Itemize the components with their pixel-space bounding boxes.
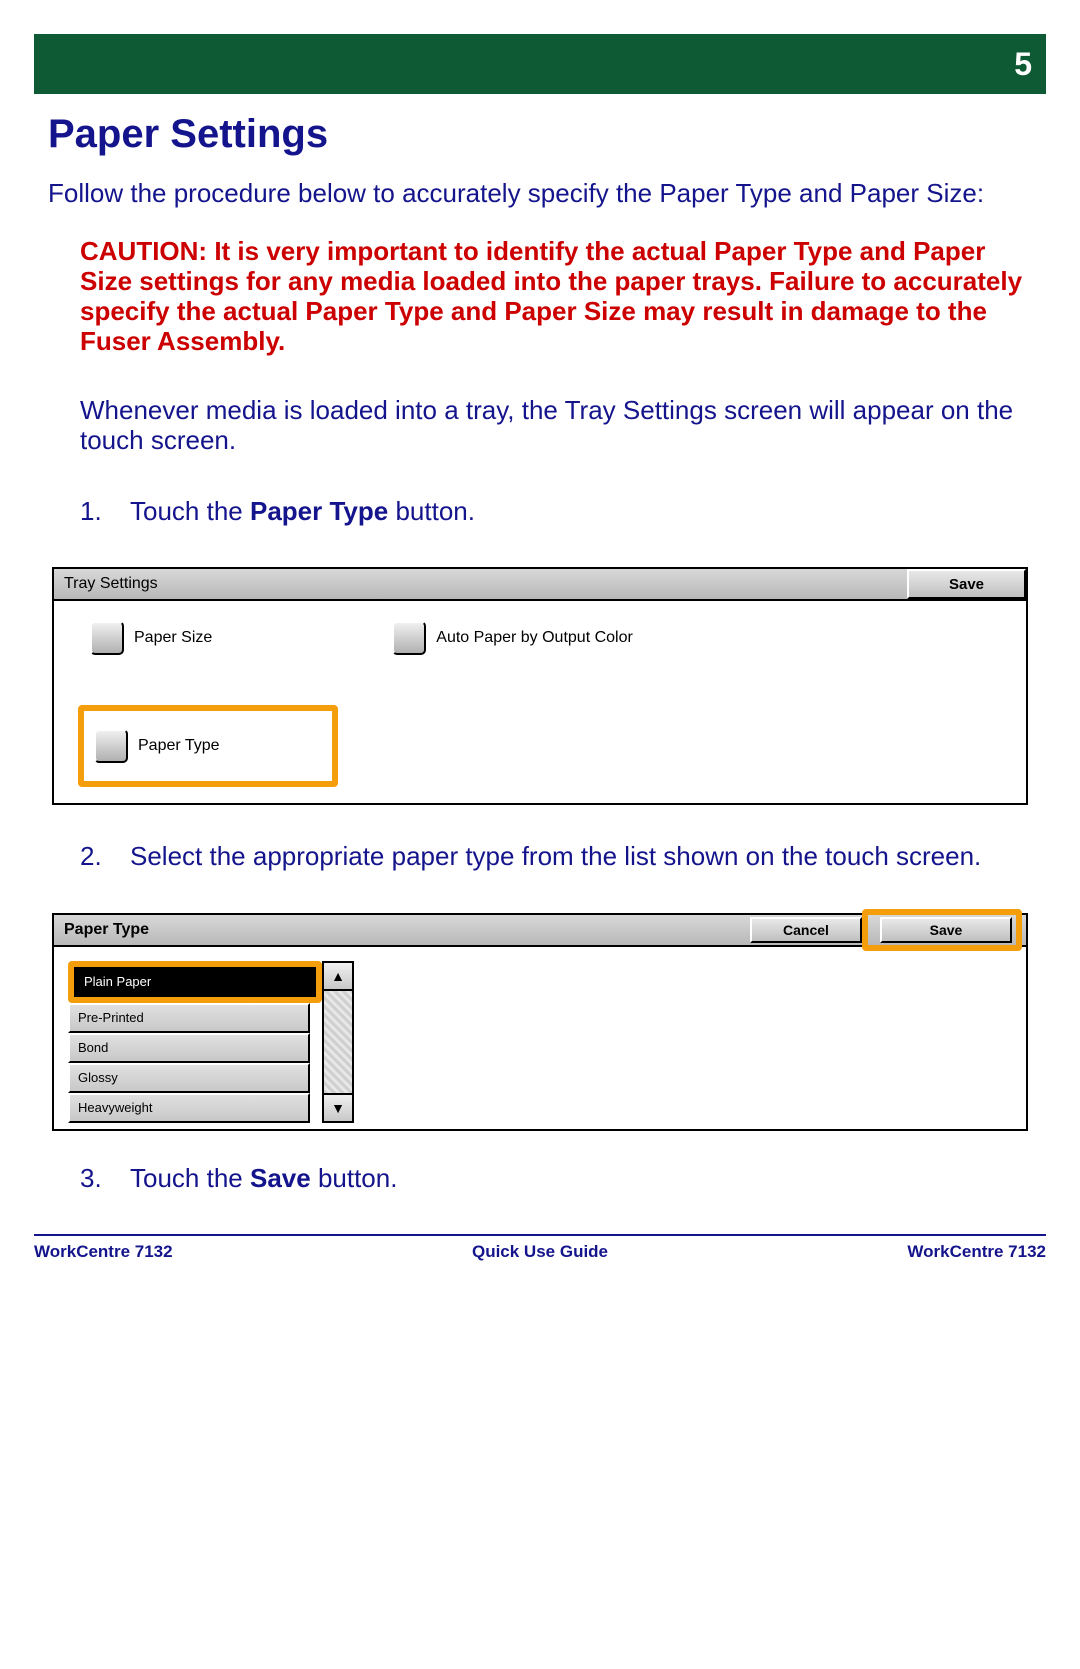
save-highlight: Save bbox=[862, 909, 1022, 951]
cancel-button[interactable]: Cancel bbox=[750, 917, 862, 943]
tray-settings-header: Tray Settings Save bbox=[54, 569, 1026, 601]
scrollbar[interactable]: ▲ ▼ bbox=[322, 961, 354, 1123]
caution-text: CAUTION: It is very important to identif… bbox=[80, 237, 1046, 357]
step-1-number: 1. bbox=[80, 496, 130, 527]
step-2: 2. Select the appropriate paper type fro… bbox=[80, 841, 1046, 872]
page-title: Paper Settings bbox=[34, 112, 1046, 157]
chapter-bar: 5 bbox=[34, 34, 1046, 94]
step-1-bold: Paper Type bbox=[250, 496, 388, 526]
intro-text: Follow the procedure below to accurately… bbox=[48, 179, 1046, 209]
list-item-preprinted[interactable]: Pre-Printed bbox=[68, 1003, 310, 1033]
auto-paper-color-button[interactable]: Auto Paper by Output Color bbox=[392, 621, 633, 655]
step-3-pre: Touch the bbox=[130, 1163, 250, 1193]
footer-rule bbox=[34, 1234, 1046, 1236]
paper-type-panel: Paper Type Cancel Save Plain Paper Pre-P… bbox=[52, 913, 1028, 1131]
list-item-glossy[interactable]: Glossy bbox=[68, 1063, 310, 1093]
step-1-post: button. bbox=[388, 496, 475, 526]
list-item-plain-paper[interactable]: Plain Paper bbox=[74, 967, 316, 997]
step-3-number: 3. bbox=[80, 1163, 130, 1194]
paper-type-title: Paper Type bbox=[64, 921, 149, 939]
footer: WorkCentre 7132 Quick Use Guide WorkCent… bbox=[34, 1242, 1046, 1266]
step-1: 1. Touch the Paper Type button. bbox=[80, 496, 1046, 527]
explain-text: Whenever media is loaded into a tray, th… bbox=[80, 396, 1046, 456]
paper-size-button[interactable]: Paper Size bbox=[90, 621, 212, 655]
footer-right: WorkCentre 7132 bbox=[907, 1242, 1046, 1262]
list-item-bond[interactable]: Bond bbox=[68, 1033, 310, 1063]
auto-paper-icon bbox=[392, 621, 426, 655]
list-item-heavyweight[interactable]: Heavyweight bbox=[68, 1093, 310, 1123]
paper-size-icon bbox=[90, 621, 124, 655]
tray-settings-title: Tray Settings bbox=[64, 575, 158, 593]
paper-type-list: Plain Paper Pre-Printed Bond Glossy Heav… bbox=[68, 961, 322, 1123]
scroll-up-icon[interactable]: ▲ bbox=[324, 963, 352, 991]
plain-paper-highlight: Plain Paper bbox=[68, 961, 322, 1003]
step-3: 3. Touch the Save button. bbox=[80, 1163, 1046, 1194]
chapter-number: 5 bbox=[1014, 46, 1032, 83]
scroll-track[interactable] bbox=[324, 991, 352, 1093]
paper-type-highlight: Paper Type bbox=[78, 705, 338, 787]
tray-settings-panel: Tray Settings Save Paper Size Auto Paper… bbox=[52, 567, 1028, 805]
paper-type-header: Paper Type Cancel Save bbox=[54, 915, 1026, 947]
save-button-2[interactable]: Save bbox=[880, 917, 1012, 943]
paper-type-label[interactable]: Paper Type bbox=[138, 737, 220, 755]
step-3-bold: Save bbox=[250, 1163, 311, 1193]
auto-paper-label: Auto Paper by Output Color bbox=[436, 629, 633, 647]
paper-type-icon bbox=[94, 729, 128, 763]
save-button[interactable]: Save bbox=[907, 569, 1026, 599]
paper-size-label: Paper Size bbox=[134, 629, 212, 647]
scroll-down-icon[interactable]: ▼ bbox=[324, 1093, 352, 1121]
footer-center: Quick Use Guide bbox=[472, 1242, 608, 1262]
step-2-number: 2. bbox=[80, 841, 130, 872]
step-3-post: button. bbox=[311, 1163, 398, 1193]
step-1-pre: Touch the bbox=[130, 496, 250, 526]
footer-left: WorkCentre 7132 bbox=[34, 1242, 173, 1262]
step-2-text: Select the appropriate paper type from t… bbox=[130, 841, 1046, 872]
